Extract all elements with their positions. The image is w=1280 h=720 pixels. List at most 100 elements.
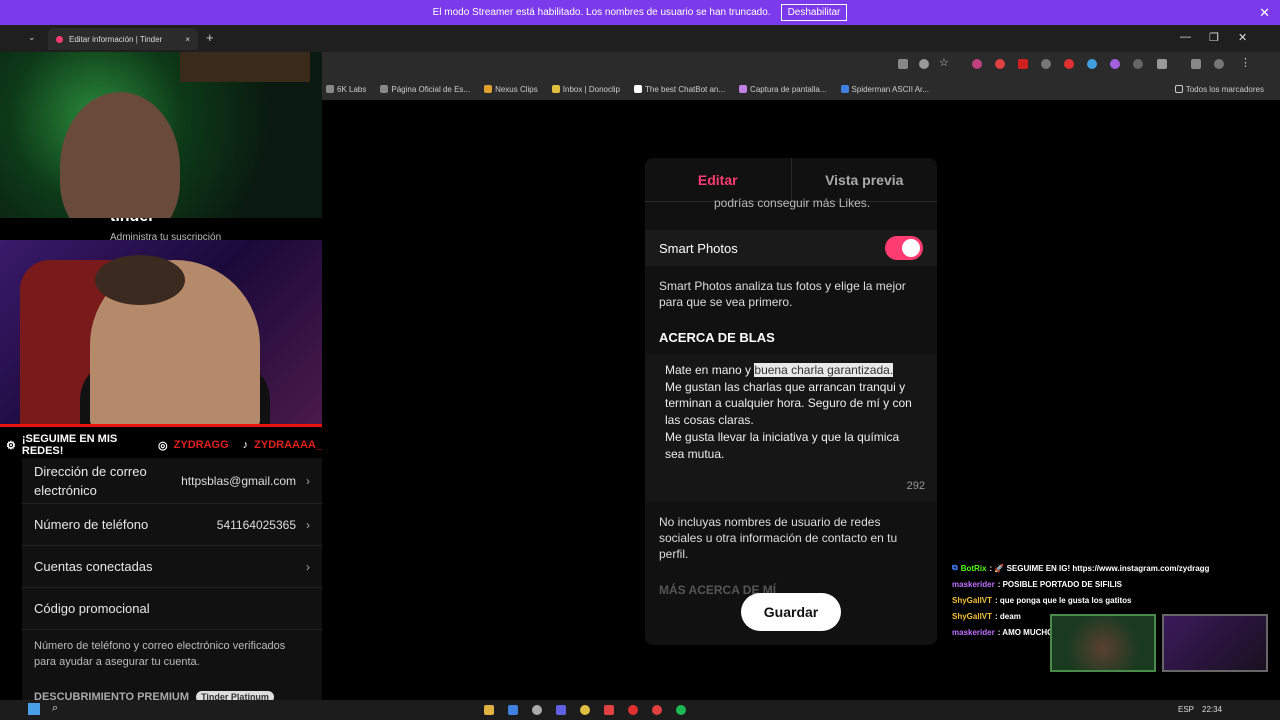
bookmark-item[interactable]: Nexus Clips xyxy=(484,85,538,94)
extension-icon[interactable] xyxy=(1110,59,1120,69)
extensions-puzzle-icon[interactable] xyxy=(1157,59,1167,69)
search-icon[interactable]: ⌕ xyxy=(52,702,58,715)
tiktok-handle: ZYDRAAAA_ xyxy=(254,439,322,451)
chat-username: BotRix xyxy=(960,563,987,573)
spotify-icon[interactable] xyxy=(676,705,686,715)
chat-text: : que ponga que le gusta los gatitos xyxy=(995,595,1132,605)
gear-icon: ⚙ xyxy=(6,439,16,452)
promo-code-label: Código promocional xyxy=(34,601,150,616)
minimize-icon[interactable]: — xyxy=(1180,31,1191,43)
chevron-right-icon: › xyxy=(306,473,310,488)
zoom-icon[interactable] xyxy=(919,59,929,69)
selected-text: buena charla garantizada. xyxy=(754,363,894,377)
email-value: httpsblas@gmail.com xyxy=(181,473,296,488)
social-bar: ⚙ ¡SEGUIME EN MIS REDES! ◎ ZYDRAGG ♪ ZYD… xyxy=(0,433,322,457)
window-close-icon[interactable]: ✕ xyxy=(1238,31,1247,44)
chat-text: : deam xyxy=(995,611,1021,621)
save-button[interactable]: Guardar xyxy=(741,593,841,631)
clock[interactable]: 22:34 xyxy=(1202,705,1222,714)
language-indicator[interactable]: ESP xyxy=(1178,705,1194,714)
phone-row[interactable]: Número de teléfono 541164025365 › xyxy=(22,504,322,546)
chevron-right-icon: › xyxy=(306,517,310,532)
all-bookmarks-folder[interactable]: Todos los marcadores xyxy=(1174,85,1264,94)
bookmark-item[interactable]: Página Oficial de Es... xyxy=(380,85,470,94)
new-tab-button[interactable]: + xyxy=(206,30,214,45)
profile-avatar-icon[interactable] xyxy=(1214,59,1224,69)
extension-icon[interactable] xyxy=(1133,59,1143,69)
chat-message: ⧉ BotRix : 🚀 SEGUIME EN IG! https://www.… xyxy=(952,560,1272,576)
streamer-banner-message: El modo Streamer está habilitado. Los no… xyxy=(432,7,771,18)
chevron-right-icon: › xyxy=(306,559,310,574)
smart-photos-description: Smart Photos analiza tus fotos y elige l… xyxy=(659,279,906,309)
streamer-mode-banner: El modo Streamer está habilitado. Los no… xyxy=(0,0,1280,25)
app-icon[interactable] xyxy=(532,705,542,715)
streamer-face-image xyxy=(60,92,180,218)
extension-icon[interactable] xyxy=(1064,59,1074,69)
extension-icon[interactable] xyxy=(1041,59,1051,69)
streamer-hair-image xyxy=(95,255,185,305)
instagram-handle: ZYDRAGG xyxy=(173,439,229,451)
chat-message: maskerider : POSIBLE PORTADO DE SIFILIS xyxy=(952,576,1272,592)
email-label: Dirección de correo electrónico xyxy=(34,463,147,498)
tab-search-icon[interactable]: ⌄ xyxy=(28,32,36,43)
close-icon[interactable]: ✕ xyxy=(1259,5,1270,21)
email-row[interactable]: Dirección de correo electrónico httpsbla… xyxy=(22,458,322,504)
chat-username: maskerider xyxy=(952,627,995,637)
browser-tab[interactable]: Editar información | Tinder × xyxy=(48,28,198,50)
likes-hint: podrías conseguir más Likes. xyxy=(714,196,871,210)
connected-accounts-label: Cuentas conectadas xyxy=(34,559,153,574)
discord-icon[interactable] xyxy=(556,705,566,715)
app-icon[interactable] xyxy=(604,705,614,715)
webcam-top xyxy=(0,52,322,218)
app-icon[interactable] xyxy=(652,705,662,715)
profile-editor-card: Editar Vista previa podrías conseguir má… xyxy=(645,158,937,645)
chat-text: : POSIBLE PORTADO DE SIFILIS xyxy=(997,579,1123,589)
social-warning: No incluyas nombres de usuario de redes … xyxy=(659,515,898,561)
about-text: Mate en mano y buena charla garantizada.… xyxy=(665,363,912,461)
chrome-icon[interactable] xyxy=(580,705,590,715)
bookmark-item[interactable]: Captura de pantalla... xyxy=(739,85,827,94)
chat-username: maskerider xyxy=(952,579,995,589)
install-icon[interactable] xyxy=(898,59,908,69)
disable-streamer-button[interactable]: Deshabilitar xyxy=(780,4,848,21)
social-cta: ¡SEGUIME EN MIS REDES! xyxy=(21,433,118,457)
extension-icon[interactable] xyxy=(1018,59,1028,69)
tab-close-icon[interactable]: × xyxy=(185,35,190,44)
bookmark-item[interactable]: The best ChatBot an... xyxy=(634,85,725,94)
chat-message: ShyGallVT : que ponga que le gusta los g… xyxy=(952,592,1272,608)
bookmark-item[interactable]: Inbox | Donoclip xyxy=(551,85,620,94)
windows-taskbar xyxy=(0,700,1280,720)
smart-photos-row: Smart Photos xyxy=(645,230,937,266)
promo-code-row[interactable]: Código promocional xyxy=(22,588,322,630)
maximize-icon[interactable]: ❐ xyxy=(1209,31,1219,44)
extension-icon[interactable] xyxy=(1087,59,1097,69)
mini-webcam-2 xyxy=(1162,614,1268,672)
connected-accounts-row[interactable]: Cuentas conectadas › xyxy=(22,546,322,588)
extension-icon[interactable] xyxy=(995,59,1005,69)
instagram-icon: ◎ xyxy=(158,439,168,452)
chat-username: ShyGallVT xyxy=(952,611,993,621)
about-textarea[interactable]: Mate en mano y buena charla garantizada.… xyxy=(645,354,937,502)
phone-value: 541164025365 xyxy=(216,517,296,532)
star-icon[interactable]: ☆ xyxy=(939,56,949,69)
file-explorer-icon[interactable] xyxy=(484,705,494,715)
char-counter: 292 xyxy=(906,480,925,492)
menu-kebab-icon[interactable]: ⋮ xyxy=(1240,56,1251,69)
bookmark-item[interactable]: 6K Labs xyxy=(326,85,366,94)
bookmark-item[interactable]: Spiderman ASCII Ar... xyxy=(840,85,929,94)
app-icon[interactable] xyxy=(628,705,638,715)
verified-note: Número de teléfono y correo electrónico … xyxy=(34,640,286,668)
webcam-divider xyxy=(0,424,322,427)
windows-start-icon[interactable] xyxy=(28,703,40,715)
app-icon[interactable] xyxy=(508,705,518,715)
about-heading: ACERCA DE BLAS xyxy=(659,330,775,345)
bot-badge-icon: ⧉ xyxy=(952,563,958,572)
extension-icon[interactable] xyxy=(972,59,982,69)
phone-label: Número de teléfono xyxy=(34,517,149,532)
media-icon[interactable] xyxy=(1191,59,1201,69)
webcam-main xyxy=(0,240,322,426)
account-settings-panel: Dirección de correo electrónico httpsbla… xyxy=(22,458,322,703)
chat-username: ShyGallVT xyxy=(952,595,993,605)
smart-photos-toggle[interactable] xyxy=(885,236,923,260)
smart-photos-label: Smart Photos xyxy=(659,240,738,256)
